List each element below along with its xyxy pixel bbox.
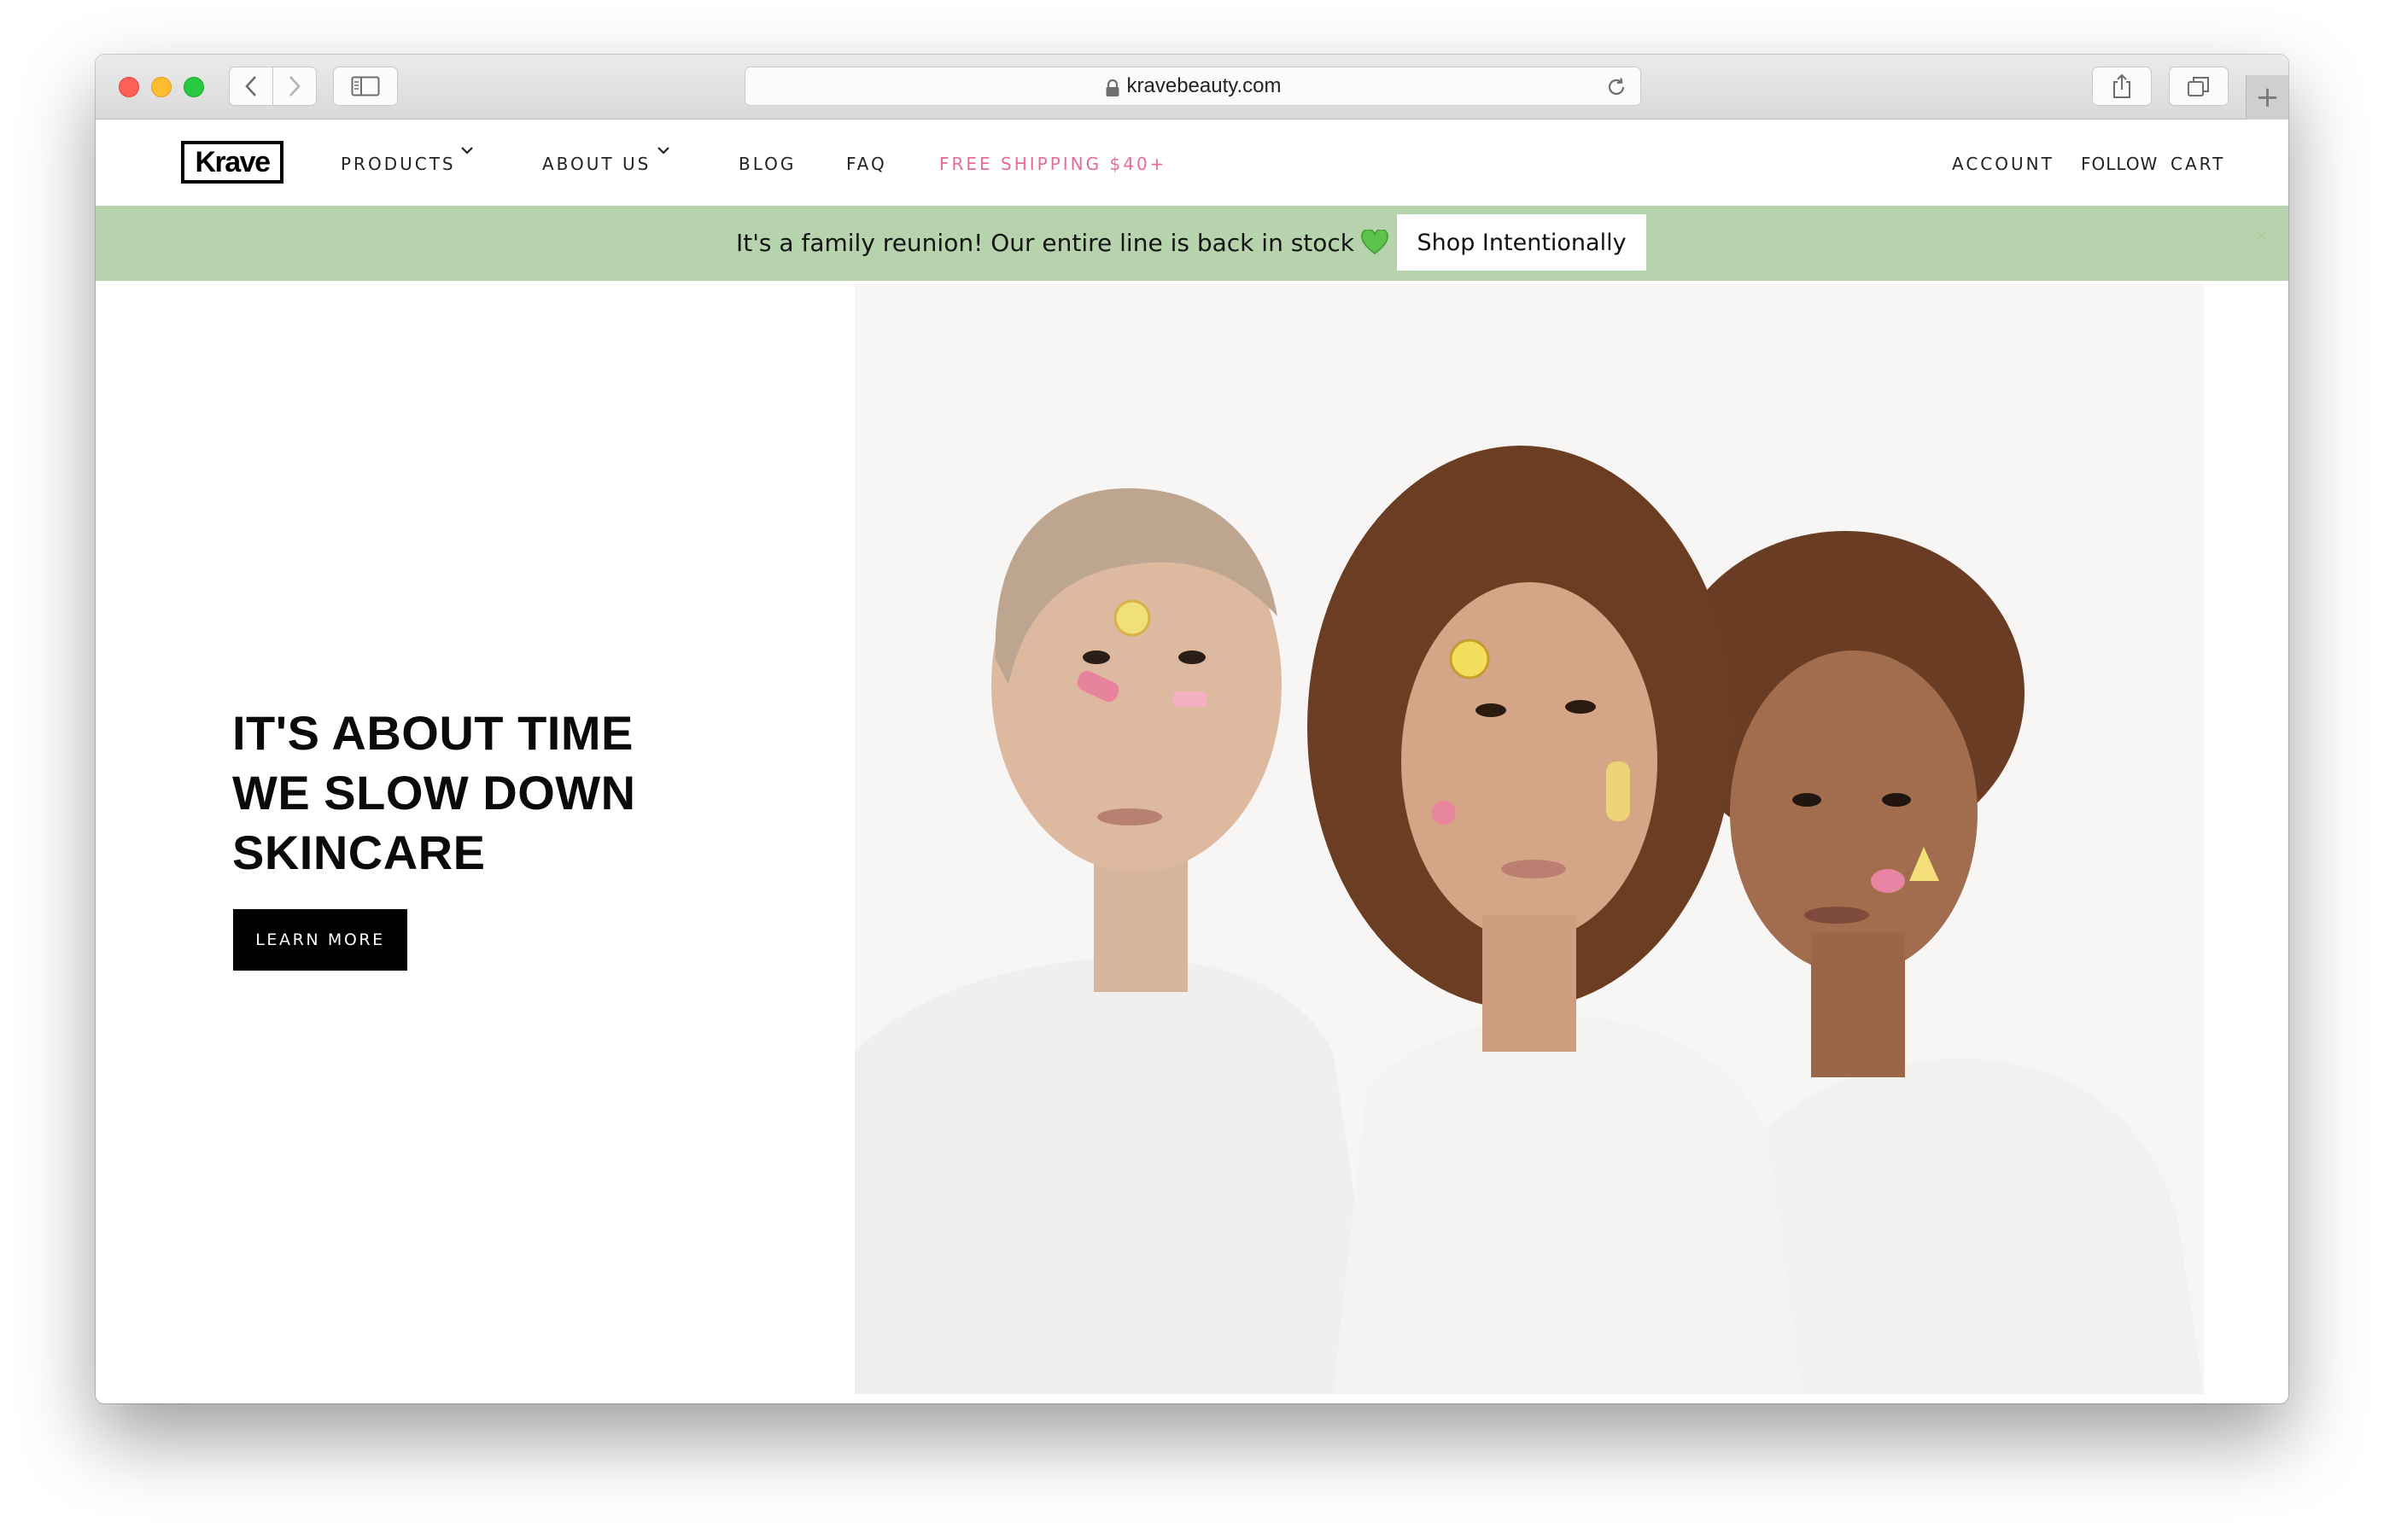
- url-text: kravebeauty.com: [1126, 74, 1282, 97]
- lock-icon: [1106, 79, 1119, 96]
- tabs-icon: [2188, 77, 2209, 96]
- sidebar-button[interactable]: [333, 67, 398, 106]
- back-button[interactable]: [229, 67, 273, 106]
- browser-toolbar: kravebeauty.com +: [96, 55, 2288, 120]
- show-tabs-button[interactable]: [2169, 67, 2229, 106]
- back-icon: [245, 76, 256, 96]
- nav-faq[interactable]: FAQ: [846, 154, 887, 174]
- forward-icon: [289, 76, 301, 96]
- krave-logo[interactable]: Krave: [181, 141, 283, 184]
- nav-products[interactable]: PRODUCTS: [341, 154, 456, 174]
- new-tab-icon: +: [2255, 80, 2280, 114]
- hero-title: IT'S ABOUT TIME WE SLOW DOWN SKINCARE: [232, 706, 636, 879]
- nav-follow[interactable]: FOLLOW: [2081, 154, 2158, 174]
- browser-window: kravebeauty.com + Krave PRODUCTS ABOUT U…: [96, 55, 2288, 1403]
- chevron-down-icon[interactable]: [459, 145, 475, 157]
- nav-about-us[interactable]: ABOUT US: [542, 154, 651, 174]
- share-button[interactable]: [2092, 67, 2152, 106]
- promo-text: It's a family reunion! Our entire line i…: [736, 229, 1355, 257]
- nav-free-shipping[interactable]: FREE SHIPPING $40+: [939, 154, 1166, 174]
- nav-blog[interactable]: BLOG: [739, 154, 796, 174]
- nav-account[interactable]: ACCOUNT: [1952, 154, 2054, 174]
- green-heart-icon: [1361, 230, 1388, 254]
- hero-image: [855, 283, 2204, 1394]
- hero-photo-illustration: [855, 283, 2204, 1394]
- close-banner-icon[interactable]: ×: [2256, 226, 2271, 245]
- close-window-button[interactable]: [119, 77, 139, 97]
- screenshot-stage: kravebeauty.com + Krave PRODUCTS ABOUT U…: [0, 0, 2384, 1540]
- chevron-down-icon[interactable]: [656, 145, 671, 157]
- sidebar-icon: [351, 76, 380, 96]
- shop-intentionally-button[interactable]: Shop Intentionally: [1397, 214, 1646, 271]
- zoom-window-button[interactable]: [184, 77, 204, 97]
- new-tab-button[interactable]: +: [2246, 75, 2288, 120]
- nav-cart[interactable]: CART: [2171, 154, 2225, 174]
- address-bar[interactable]: kravebeauty.com: [745, 67, 1641, 106]
- share-icon: [2113, 73, 2130, 98]
- promo-banner: It's a family reunion! Our entire line i…: [96, 206, 2288, 281]
- learn-more-button[interactable]: LEARN MORE: [233, 909, 407, 971]
- forward-button[interactable]: [272, 67, 317, 106]
- reload-icon[interactable]: [1604, 75, 1628, 99]
- site-header: Krave PRODUCTS ABOUT US BLOG FAQ FREE SH…: [96, 120, 2288, 206]
- minimize-window-button[interactable]: [151, 77, 172, 97]
- promo-message: It's a family reunion! Our entire line i…: [736, 229, 1388, 257]
